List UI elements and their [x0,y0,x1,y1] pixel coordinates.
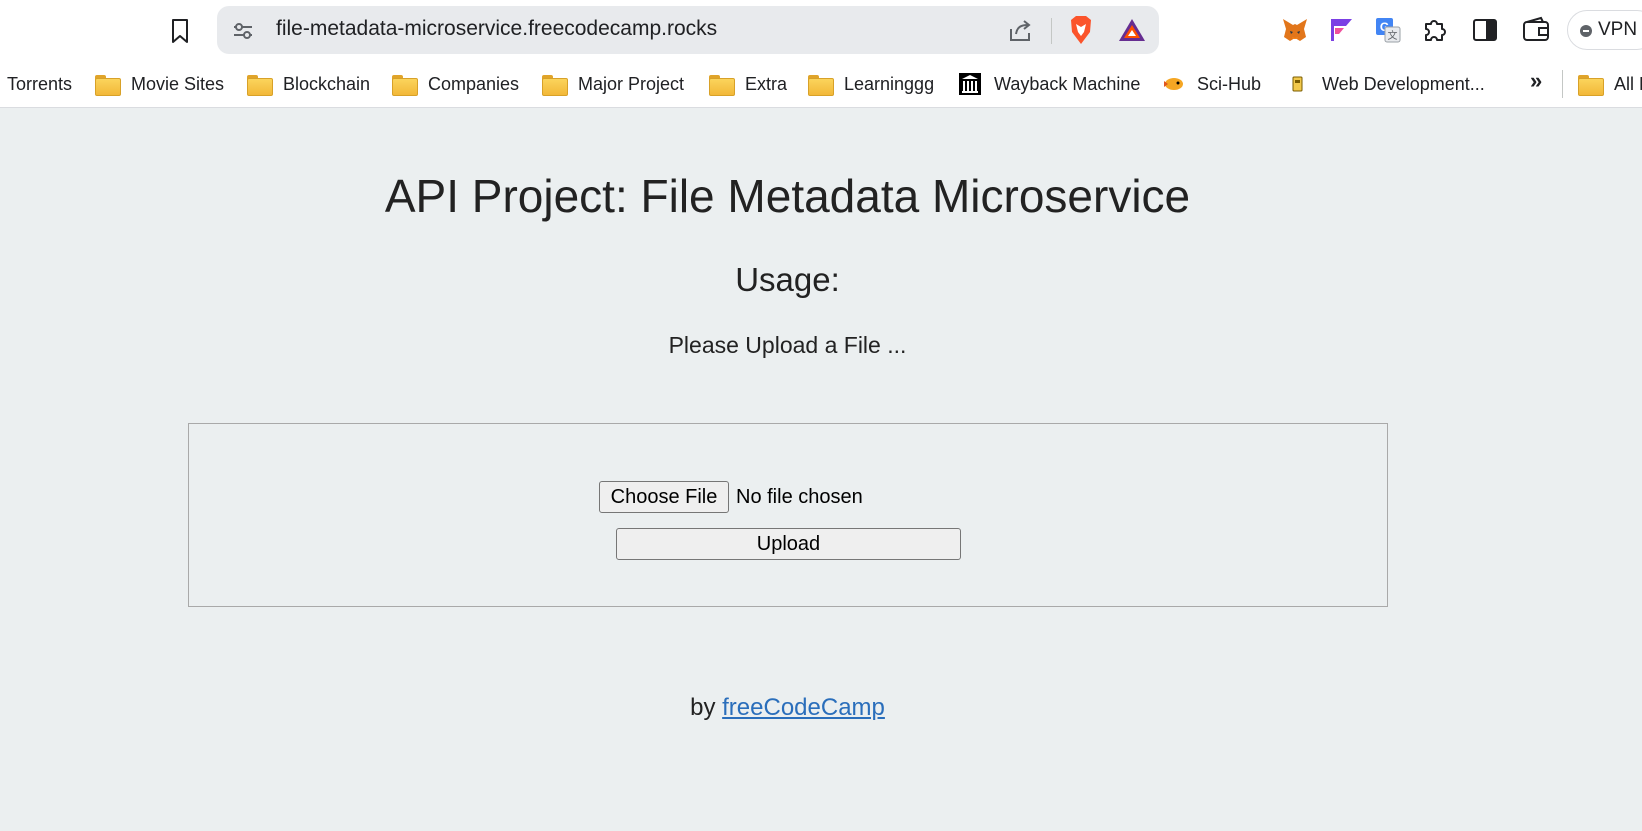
url-text[interactable]: file-metadata-microservice.freecodecamp.… [276,17,717,41]
bookmark-major-project[interactable]: Major Project [542,60,684,108]
file-status-text: No file chosen [736,486,863,508]
bookmark-label: Sci-Hub [1197,73,1262,94]
bookmark-sci-hub[interactable]: Sci-Hub [1161,60,1261,108]
wayback-icon [959,73,981,95]
wallet-icon[interactable] [1521,15,1551,45]
vpn-button[interactable]: VPN [1567,10,1642,50]
page-title: API Project: File Metadata Microservice [384,170,1191,222]
webdev-icon [1292,76,1303,92]
bookmark-web-development[interactable]: Web Development... [1286,60,1485,108]
bookmark-label: Companies [428,73,520,94]
folder-icon [542,74,568,96]
folder-icon [392,74,418,96]
choose-file-button[interactable]: Choose File [599,481,729,513]
svg-text:文: 文 [1388,29,1398,42]
bookmark-label: Major Project [578,73,685,94]
bookmark-learninggg[interactable]: Learninggg [808,60,934,108]
bookmark-label: Learninggg [844,73,935,94]
bookmarks-bar: Torrents Movie Sites Blockchain Companie… [0,60,1642,108]
bookmarks-overflow-button[interactable]: » [1530,68,1542,94]
brave-shields-icon[interactable] [1068,15,1094,45]
vpn-label: VPN [1598,19,1638,40]
page-content: API Project: File Metadata Microservice … [0,109,1642,831]
bookmark-movie-sites[interactable]: Movie Sites [95,60,224,108]
bookmark-companies[interactable]: Companies [392,60,519,108]
bookmark-label: Blockchain [283,73,371,94]
bookmark-label: Web Development... [1322,73,1485,94]
google-translate-icon[interactable]: G 文 [1373,15,1403,45]
scihub-icon [1164,78,1183,90]
folder-icon [709,74,735,96]
usage-heading: Usage: [735,261,840,298]
bookmark-label: Wayback Machine [994,73,1141,94]
folder-icon [1578,74,1604,96]
site-settings-icon[interactable] [232,20,254,42]
upload-form: Choose File No file chosen Upload [188,423,1388,607]
bookmark-extra[interactable]: Extra [709,60,787,108]
bookmark-label: Movie Sites [131,73,225,94]
extensions-icon[interactable] [1420,15,1450,45]
bookmark-icon[interactable] [168,18,192,44]
upload-prompt: Please Upload a File ... [668,332,907,358]
bookmark-wayback-machine[interactable]: Wayback Machine [958,60,1140,108]
folder-icon [247,74,273,96]
brave-rewards-icon[interactable] [1117,17,1147,43]
bookmarks-divider [1562,70,1563,98]
bookmark-blockchain[interactable]: Blockchain [247,60,370,108]
bookmark-label: Extra [745,73,788,94]
address-bar-divider [1051,18,1052,44]
bookmark-all-bookmarks[interactable]: All B [1578,60,1642,108]
metamask-icon[interactable] [1280,15,1310,45]
bookmark-torrents[interactable]: Torrents [7,60,72,108]
bookmark-label: Torrents [7,73,73,94]
freecodecamp-link[interactable]: freeCodeCamp [722,694,885,721]
folder-icon [808,74,834,96]
folder-icon [95,74,121,96]
flowbite-icon[interactable] [1326,15,1356,45]
bookmark-label: All B [1614,73,1642,94]
footer-by-text: by [690,694,716,721]
vpn-status-icon [1580,25,1592,37]
share-icon[interactable] [1007,17,1033,43]
upload-button[interactable]: Upload [616,528,961,560]
footer: by freeCodeCamp [0,694,1575,722]
browser-toolbar: file-metadata-microservice.freecodecamp.… [0,0,1642,60]
sidebar-icon[interactable] [1470,15,1500,45]
